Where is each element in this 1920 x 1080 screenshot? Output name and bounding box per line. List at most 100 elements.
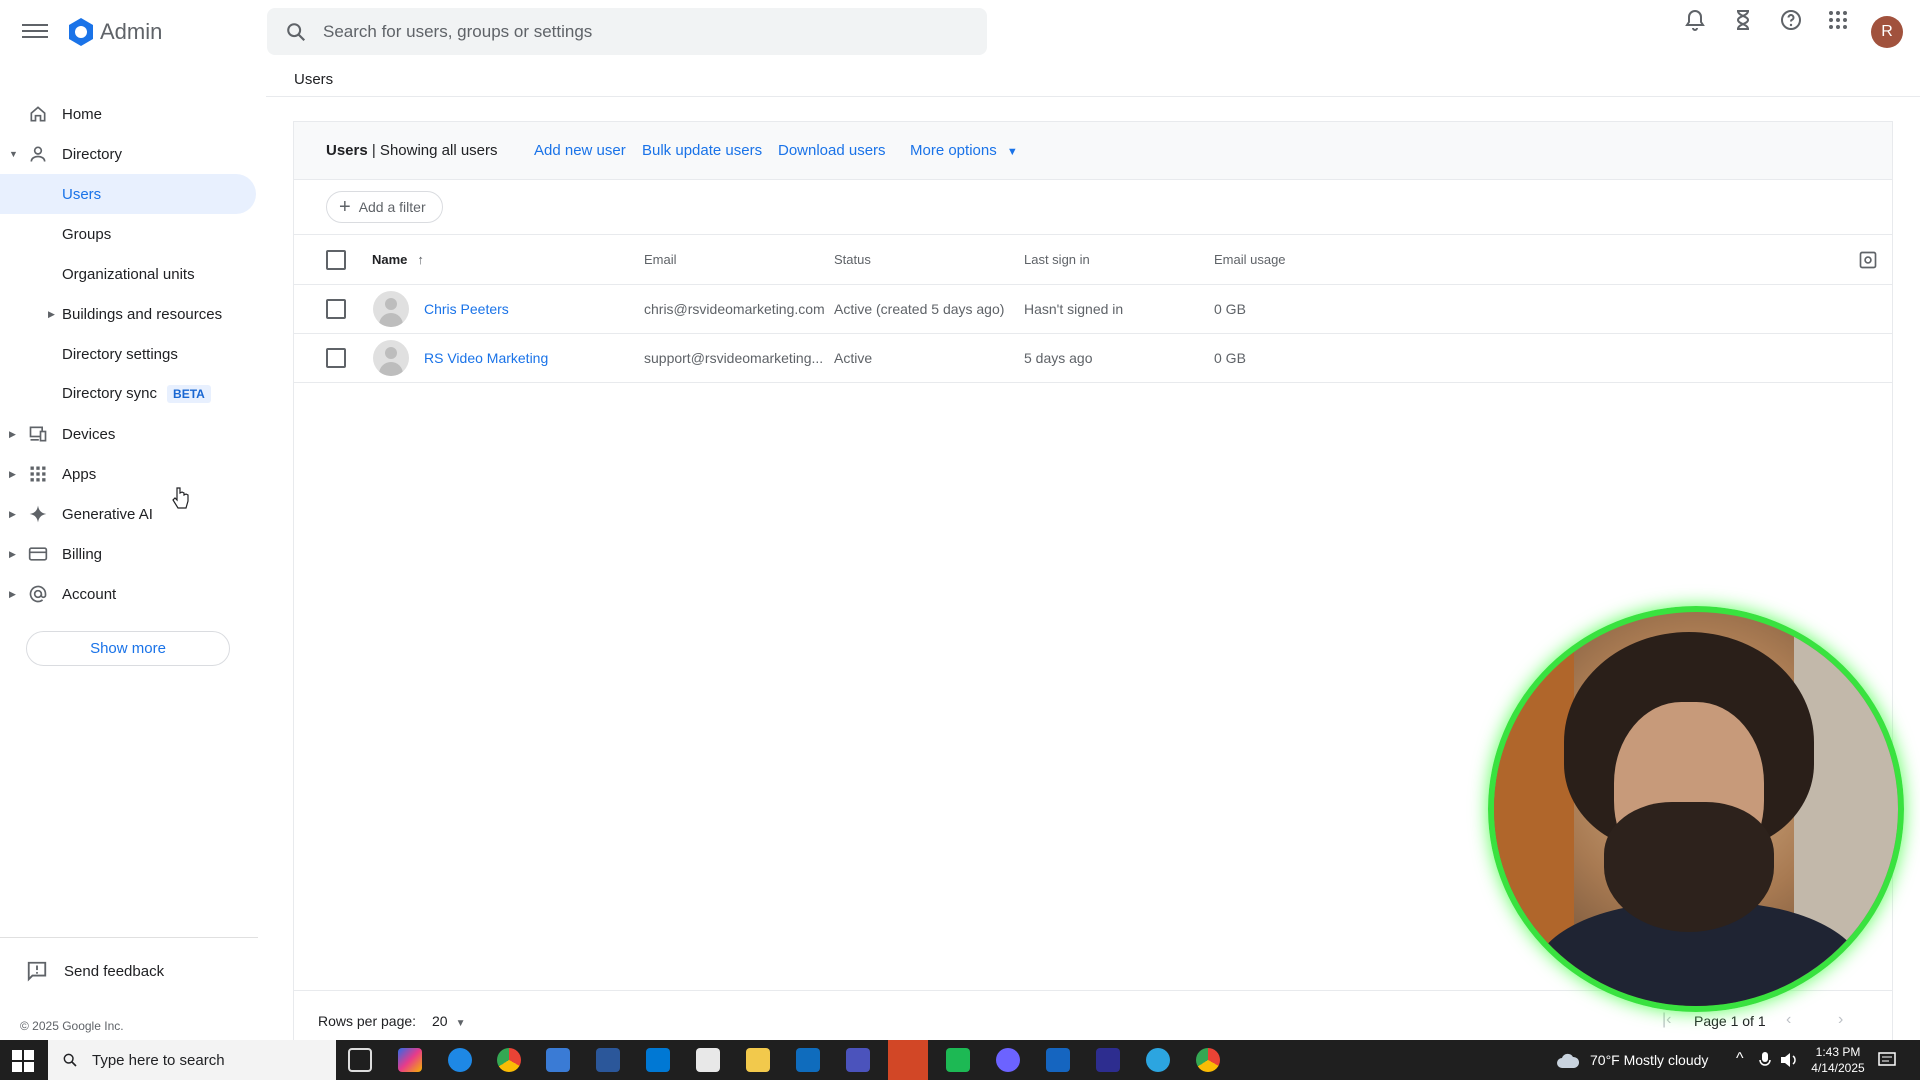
task-view-icon[interactable] <box>348 1048 372 1072</box>
webcam-overlay <box>1488 606 1904 1012</box>
microphone-icon[interactable] <box>1758 1052 1772 1068</box>
user-email: support@rsvideomarketing... <box>644 350 824 366</box>
store-icon[interactable] <box>546 1048 570 1072</box>
user-last-sign-in: Hasn't signed in <box>1024 301 1124 317</box>
notifications-icon[interactable] <box>1878 1052 1896 1068</box>
column-status[interactable]: Status <box>834 252 871 267</box>
chrome-profile-icon[interactable] <box>1196 1048 1220 1072</box>
row-checkbox[interactable] <box>326 299 346 319</box>
sidebar-item-apps[interactable]: ▶ Apps <box>0 454 256 494</box>
media-app-icon[interactable] <box>946 1048 970 1072</box>
main-menu-icon[interactable] <box>22 20 48 44</box>
caret-right-icon[interactable]: ▶ <box>9 509 17 520</box>
search-input[interactable] <box>323 21 943 42</box>
top-bar: Admin R <box>0 0 1920 64</box>
prev-page-icon[interactable]: ‹ <box>1786 1011 1791 1029</box>
onenote-icon[interactable] <box>1096 1048 1120 1072</box>
notepad-icon[interactable] <box>696 1048 720 1072</box>
copyright-text: © 2025 Google Inc. <box>20 1019 124 1033</box>
row-checkbox[interactable] <box>326 348 346 368</box>
search-icon <box>63 1053 77 1067</box>
user-avatar <box>373 340 409 376</box>
sidebar-item-buildings-and-resources[interactable]: ▶ Buildings and resources <box>0 294 256 334</box>
taskbar-search[interactable]: Type here to search <box>48 1040 336 1080</box>
add-new-user-button[interactable]: Add new user <box>534 142 626 159</box>
user-name-link[interactable]: Chris Peeters <box>424 301 509 317</box>
search-bar[interactable] <box>267 8 987 55</box>
sidebar-item-organizational-units[interactable]: Organizational units <box>0 254 256 294</box>
add-filter-button[interactable]: + Add a filter <box>326 191 443 223</box>
next-page-icon[interactable]: › <box>1838 1011 1843 1029</box>
at-sign-icon <box>29 585 47 603</box>
sidebar-item-groups[interactable]: Groups <box>0 214 256 254</box>
user-name-link[interactable]: RS Video Marketing <box>424 350 548 366</box>
defender-icon[interactable] <box>796 1048 820 1072</box>
caret-right-icon[interactable]: ▶ <box>9 469 17 480</box>
caret-down-icon[interactable]: ▼ <box>9 149 18 159</box>
hand-cursor-icon <box>172 487 189 509</box>
user-avatar <box>373 291 409 327</box>
sidebar-item-directory-settings[interactable]: Directory settings <box>0 334 256 374</box>
show-more-button[interactable]: Show more <box>26 631 230 666</box>
sidebar-item-account[interactable]: ▶ Account <box>0 574 256 614</box>
column-name[interactable]: Name ↑ <box>372 252 424 267</box>
select-all-checkbox[interactable] <box>326 250 346 270</box>
account-avatar[interactable]: R <box>1871 16 1903 48</box>
recording-app-icon[interactable] <box>888 1040 928 1080</box>
copilot-icon[interactable] <box>398 1048 422 1072</box>
chrome-icon[interactable] <box>497 1048 521 1072</box>
admin-logo[interactable]: Admin <box>66 17 162 47</box>
sidebar-item-directory[interactable]: ▼ Directory <box>0 134 256 174</box>
rows-per-page-select[interactable]: 20 ▼ <box>432 1013 465 1029</box>
rows-per-page-label: Rows per page: <box>318 1013 417 1029</box>
power-automate-icon[interactable] <box>1046 1048 1070 1072</box>
column-settings-icon[interactable] <box>1858 250 1878 270</box>
caret-right-icon[interactable]: ▶ <box>48 309 56 320</box>
sidebar-item-users[interactable]: Users <box>0 174 256 214</box>
more-options-button[interactable]: More options ▼ <box>910 142 1018 159</box>
filter-row: + Add a filter <box>294 180 1892 235</box>
sidebar-item-billing[interactable]: ▶ Billing <box>0 534 256 574</box>
windows-taskbar: Type here to search 70°F Mostly cloudy ^… <box>0 1040 1920 1080</box>
sidebar-item-generative-ai[interactable]: ▶ Generative AI <box>0 494 256 534</box>
dropdown-arrow-icon: ▼ <box>455 1018 466 1029</box>
column-email[interactable]: Email <box>644 252 677 267</box>
bulk-update-users-button[interactable]: Bulk update users <box>642 142 762 159</box>
caret-right-icon[interactable]: ▶ <box>9 589 17 600</box>
bell-icon[interactable] <box>1683 8 1707 32</box>
file-explorer-icon[interactable] <box>746 1048 770 1072</box>
column-last-sign-in[interactable]: Last sign in <box>1024 252 1090 267</box>
settings-app-icon[interactable] <box>996 1048 1020 1072</box>
caret-right-icon[interactable]: ▶ <box>9 429 17 440</box>
feedback-icon <box>27 961 47 982</box>
windows-start-icon[interactable] <box>12 1050 34 1072</box>
send-feedback-link[interactable]: Send feedback <box>26 960 164 982</box>
devices-icon <box>29 426 47 442</box>
sidebar-divider <box>0 937 258 938</box>
outlook-icon[interactable] <box>646 1048 670 1072</box>
user-last-sign-in: 5 days ago <box>1024 350 1093 366</box>
cloud-icon <box>1557 1053 1580 1068</box>
sidebar-item-home[interactable]: Home <box>0 94 256 134</box>
table-row[interactable]: Chris Peeters chris@rsvideomarketing.com… <box>294 285 1892 334</box>
hourglass-icon[interactable] <box>1731 8 1755 32</box>
docs-icon[interactable] <box>596 1048 620 1072</box>
tray-overflow-icon[interactable]: ^ <box>1736 1050 1744 1068</box>
edge-icon[interactable] <box>448 1048 472 1072</box>
download-users-button[interactable]: Download users <box>778 142 886 159</box>
table-row[interactable]: RS Video Marketing support@rsvideomarket… <box>294 334 1892 383</box>
telegram-icon[interactable] <box>1146 1048 1170 1072</box>
sidebar-item-devices[interactable]: ▶ Devices <box>0 414 256 454</box>
sidebar-item-directory-sync[interactable]: Directory sync BETA <box>0 374 256 414</box>
column-email-usage[interactable]: Email usage <box>1214 252 1286 267</box>
sort-arrow-up-icon: ↑ <box>417 252 424 267</box>
sparkle-icon <box>29 505 47 523</box>
apps-grid-icon[interactable] <box>1826 8 1850 32</box>
caret-right-icon[interactable]: ▶ <box>9 549 17 560</box>
user-status: Active (created 5 days ago) <box>834 301 1005 317</box>
system-clock[interactable]: 1:43 PM 4/14/2025 <box>1806 1044 1870 1076</box>
help-icon[interactable] <box>1779 8 1803 32</box>
volume-icon[interactable] <box>1780 1052 1798 1068</box>
first-page-icon[interactable]: |‹ <box>1662 1011 1671 1029</box>
teams-icon[interactable] <box>846 1048 870 1072</box>
